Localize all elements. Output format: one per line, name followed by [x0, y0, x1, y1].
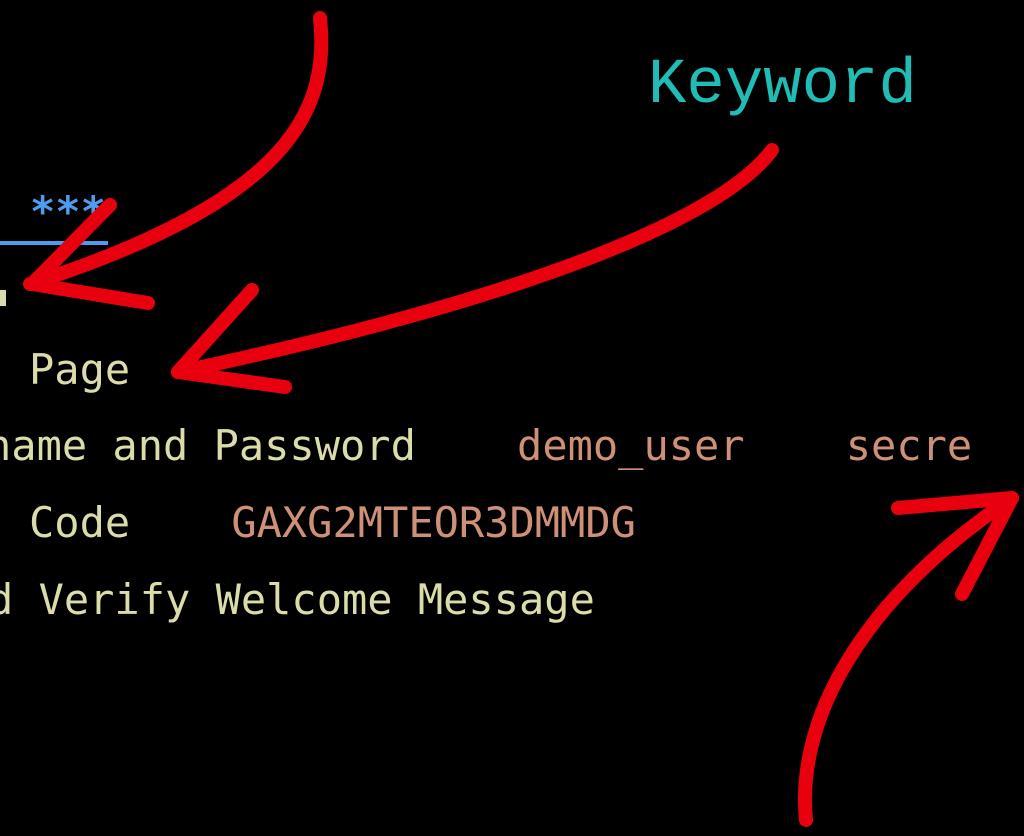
- annotation-arrows: [23, 11, 1019, 827]
- screenshot-stage: Keyword *** Page name and Password demo_…: [0, 0, 1024, 836]
- arrow-to-keyword-head-icon: [171, 283, 292, 394]
- arrow-to-keyword-icon: [171, 143, 779, 379]
